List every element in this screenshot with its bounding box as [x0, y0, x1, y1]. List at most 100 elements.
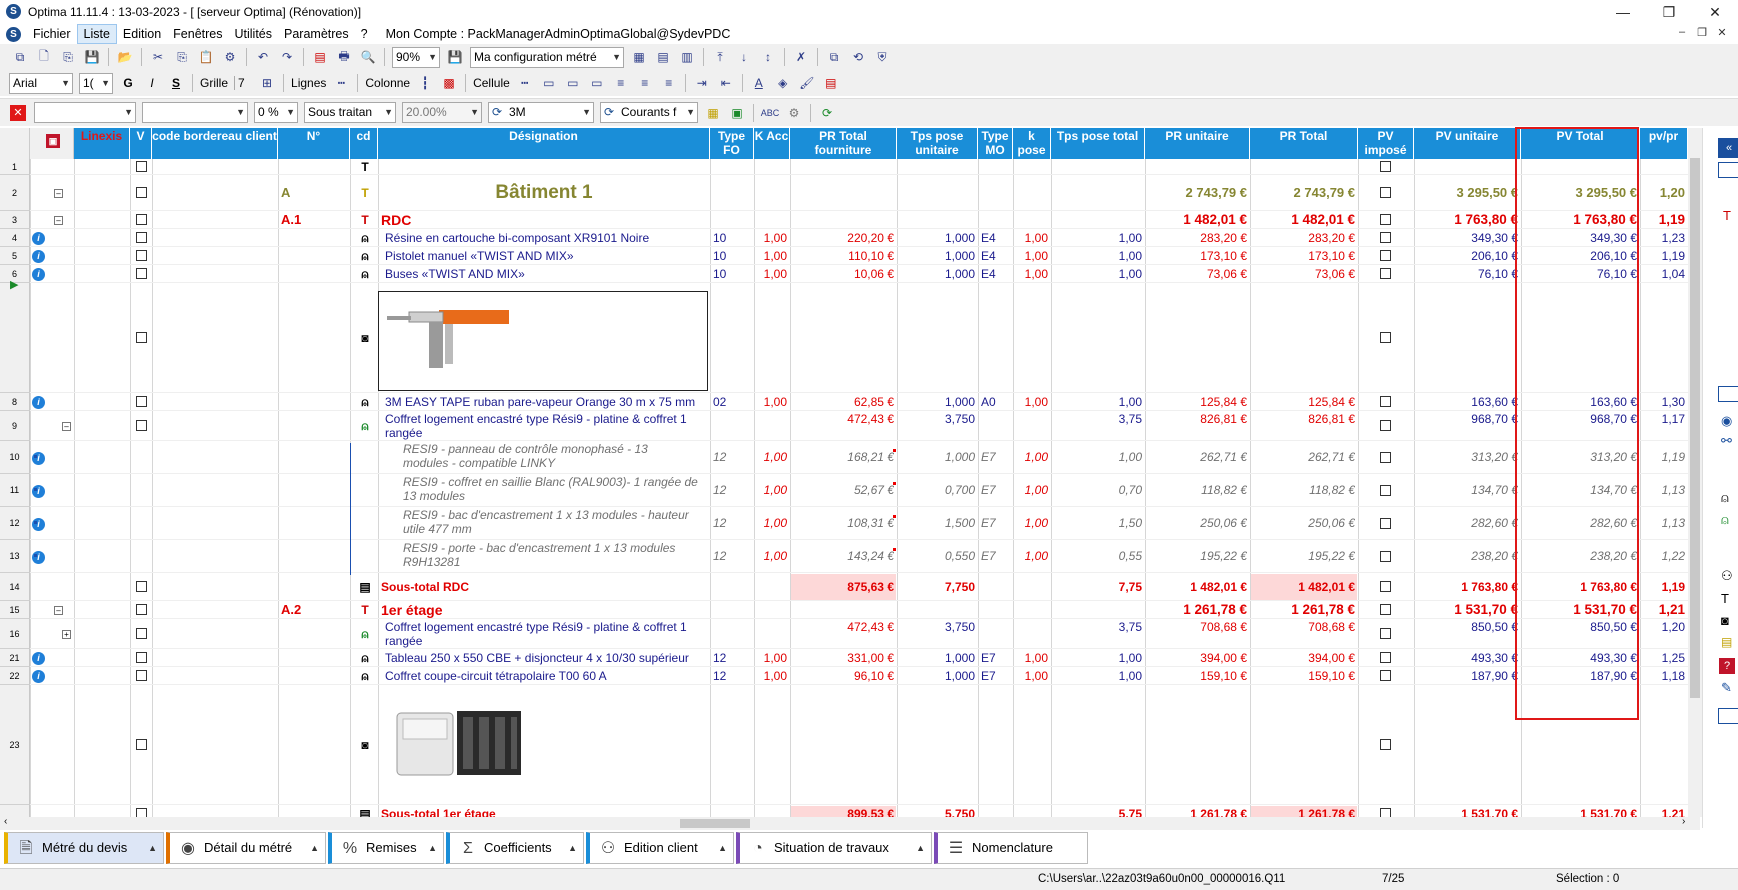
value-kp[interactable]: 1,00 — [1016, 229, 1048, 247]
column-header-4[interactable]: cd — [350, 128, 378, 159]
value-ratio[interactable]: 1,25 — [1643, 649, 1685, 667]
designation-line1[interactable]: RESI9 - coffret en saillie Blanc (RAL900… — [381, 475, 707, 489]
align-left-icon[interactable]: ≡ — [611, 73, 631, 93]
value-tpt[interactable]: 1,50 — [1054, 507, 1142, 540]
panel-worker-icon[interactable]: ⍝ — [1721, 490, 1729, 506]
close-button[interactable]: ✕ — [1692, 0, 1738, 24]
value-pvu[interactable]: 349,30 € — [1417, 229, 1518, 247]
value-pvu[interactable]: 3 295,50 € — [1417, 175, 1518, 211]
value-tpt[interactable]: 7,75 — [1054, 573, 1142, 601]
value-tpt[interactable]: 1,00 — [1054, 441, 1142, 474]
lignes-icon[interactable]: ┅ — [331, 73, 351, 93]
value-pru[interactable]: 1 261,78 € — [1148, 805, 1247, 817]
designation-line1[interactable]: RESI9 - bac d'encastrement 1 x 13 module… — [381, 508, 707, 522]
pv-impose-checkbox[interactable] — [1380, 161, 1391, 172]
value-ratio[interactable]: 1,30 — [1643, 393, 1685, 411]
validate-checkbox[interactable] — [136, 808, 147, 817]
k-acc[interactable]: 1,00 — [757, 441, 787, 474]
column-header-12[interactable]: Tps pose total — [1051, 128, 1145, 159]
validate-checkbox[interactable] — [136, 161, 147, 172]
row-number-code[interactable]: A.2 — [281, 601, 347, 619]
print-preview-icon[interactable]: 🔍 — [358, 47, 378, 67]
column-header-10[interactable]: Type MO — [978, 128, 1013, 159]
stamp-icon[interactable]: ⚙ — [220, 47, 240, 67]
value-prf[interactable]: 472,43 € — [793, 412, 894, 426]
value-pvu[interactable]: 493,30 € — [1417, 649, 1518, 667]
type-fo[interactable]: 12 — [713, 507, 751, 540]
colonne-icon[interactable]: ┇ — [415, 73, 435, 93]
value-pvu[interactable]: 206,10 € — [1417, 247, 1518, 265]
menu-liste[interactable]: Liste — [76, 24, 117, 44]
optima-menu-icon[interactable]: S — [6, 26, 21, 42]
value-tpu[interactable]: 7,750 — [900, 573, 975, 601]
panel-collapse-icon[interactable]: « — [1718, 138, 1738, 158]
value-pvu[interactable]: 968,70 € — [1417, 412, 1518, 426]
value-tpt[interactable]: 3,75 — [1054, 412, 1142, 426]
move-down-icon[interactable]: ↓ — [734, 47, 754, 67]
validate-checkbox[interactable] — [136, 670, 147, 681]
scroll-thumb[interactable] — [1690, 158, 1700, 698]
cut-icon[interactable]: ✂ — [148, 47, 168, 67]
column-header-13[interactable]: PR unitaire — [1145, 128, 1250, 159]
value-pru[interactable]: 73,06 € — [1148, 265, 1247, 283]
pv-impose-checkbox[interactable] — [1380, 451, 1391, 463]
shield-icon[interactable]: ⛨ — [872, 47, 892, 67]
header-options-icon[interactable]: ▣ — [46, 134, 60, 148]
tree-toggle-icon[interactable]: – — [62, 422, 71, 431]
mdi-close-icon[interactable]: ✕ — [1712, 26, 1732, 39]
open-folder-icon[interactable]: 📂 — [115, 47, 135, 67]
type-fo[interactable]: 12 — [713, 441, 751, 474]
type-fo[interactable]: 12 — [713, 649, 751, 667]
value-kp[interactable]: 1,00 — [1016, 474, 1048, 507]
value-tpt[interactable]: 1,00 — [1054, 247, 1142, 265]
new-doc-icon[interactable]: 🗋 — [34, 47, 54, 67]
value-prf[interactable]: 143,24 € — [793, 540, 894, 573]
value-pvu[interactable]: 238,20 € — [1417, 540, 1518, 573]
info-icon[interactable]: i — [32, 670, 45, 683]
value-kp[interactable]: 1,00 — [1016, 649, 1048, 667]
indent-icon[interactable]: ⇥ — [692, 73, 712, 93]
value-tpu[interactable]: 3,750 — [900, 412, 975, 426]
font-size-select[interactable]: 1(▼ — [79, 72, 113, 94]
spellcheck-icon[interactable]: ABC — [760, 103, 780, 123]
pv-impose-checkbox[interactable] — [1380, 739, 1391, 750]
panel-note-icon[interactable]: ▤ — [1721, 635, 1732, 649]
cellule-icon[interactable]: ┅ — [515, 73, 535, 93]
align-right-icon[interactable]: ≡ — [659, 73, 679, 93]
value-prf[interactable]: 875,63 € — [793, 573, 894, 601]
filter-select-2[interactable]: ▼ — [142, 102, 248, 123]
row-number[interactable]: 11 — [0, 474, 30, 507]
type-fo[interactable]: 10 — [713, 265, 751, 283]
align-center-icon[interactable]: ≡ — [635, 73, 655, 93]
grille-value[interactable]: 7 — [234, 76, 252, 90]
value-prt[interactable]: 394,00 € — [1253, 649, 1355, 667]
column-header-0[interactable]: Linexis — [74, 128, 130, 159]
info-icon[interactable]: i — [32, 517, 45, 531]
pv-impose-checkbox[interactable] — [1380, 652, 1391, 663]
value-tmo[interactable]: E7 — [981, 441, 1010, 474]
value-pvu[interactable]: 1 763,80 € — [1417, 573, 1518, 601]
value-prt[interactable]: 1 482,01 € — [1253, 211, 1355, 229]
column-header-3[interactable]: N° — [278, 128, 350, 159]
value-tmo[interactable]: E4 — [981, 247, 1010, 265]
value-tpt[interactable]: 0,55 — [1054, 540, 1142, 573]
row-number-code[interactable]: A — [281, 175, 347, 211]
value-tmo[interactable]: E7 — [981, 540, 1010, 573]
info-icon[interactable]: i — [32, 268, 45, 281]
panel-minus-icon[interactable] — [1718, 162, 1738, 178]
filter-select-1[interactable]: ▼ — [34, 102, 136, 123]
value-prt[interactable]: 73,06 € — [1253, 265, 1355, 283]
tab-situation-de-travaux[interactable]: ◔ Situation de travaux ▲ — [736, 832, 932, 864]
value-tpu[interactable]: 1,000 — [900, 393, 975, 411]
column-header-15[interactable]: PV imposé — [1358, 128, 1414, 159]
row-number[interactable]: 5 — [0, 247, 30, 265]
product-image-gun[interactable] — [378, 291, 708, 391]
designation-section[interactable]: 1er étage — [381, 601, 707, 619]
row-number[interactable]: 16 — [0, 619, 30, 649]
value-pru[interactable]: 118,82 € — [1148, 474, 1247, 507]
config-select[interactable]: Ma configuration métré ▼ — [470, 46, 624, 68]
validate-checkbox[interactable] — [136, 604, 147, 615]
brand-select[interactable]: ⟳ 3M ▼ — [488, 102, 594, 123]
validate-checkbox[interactable] — [136, 250, 147, 261]
product-image-coffret[interactable] — [395, 703, 527, 783]
